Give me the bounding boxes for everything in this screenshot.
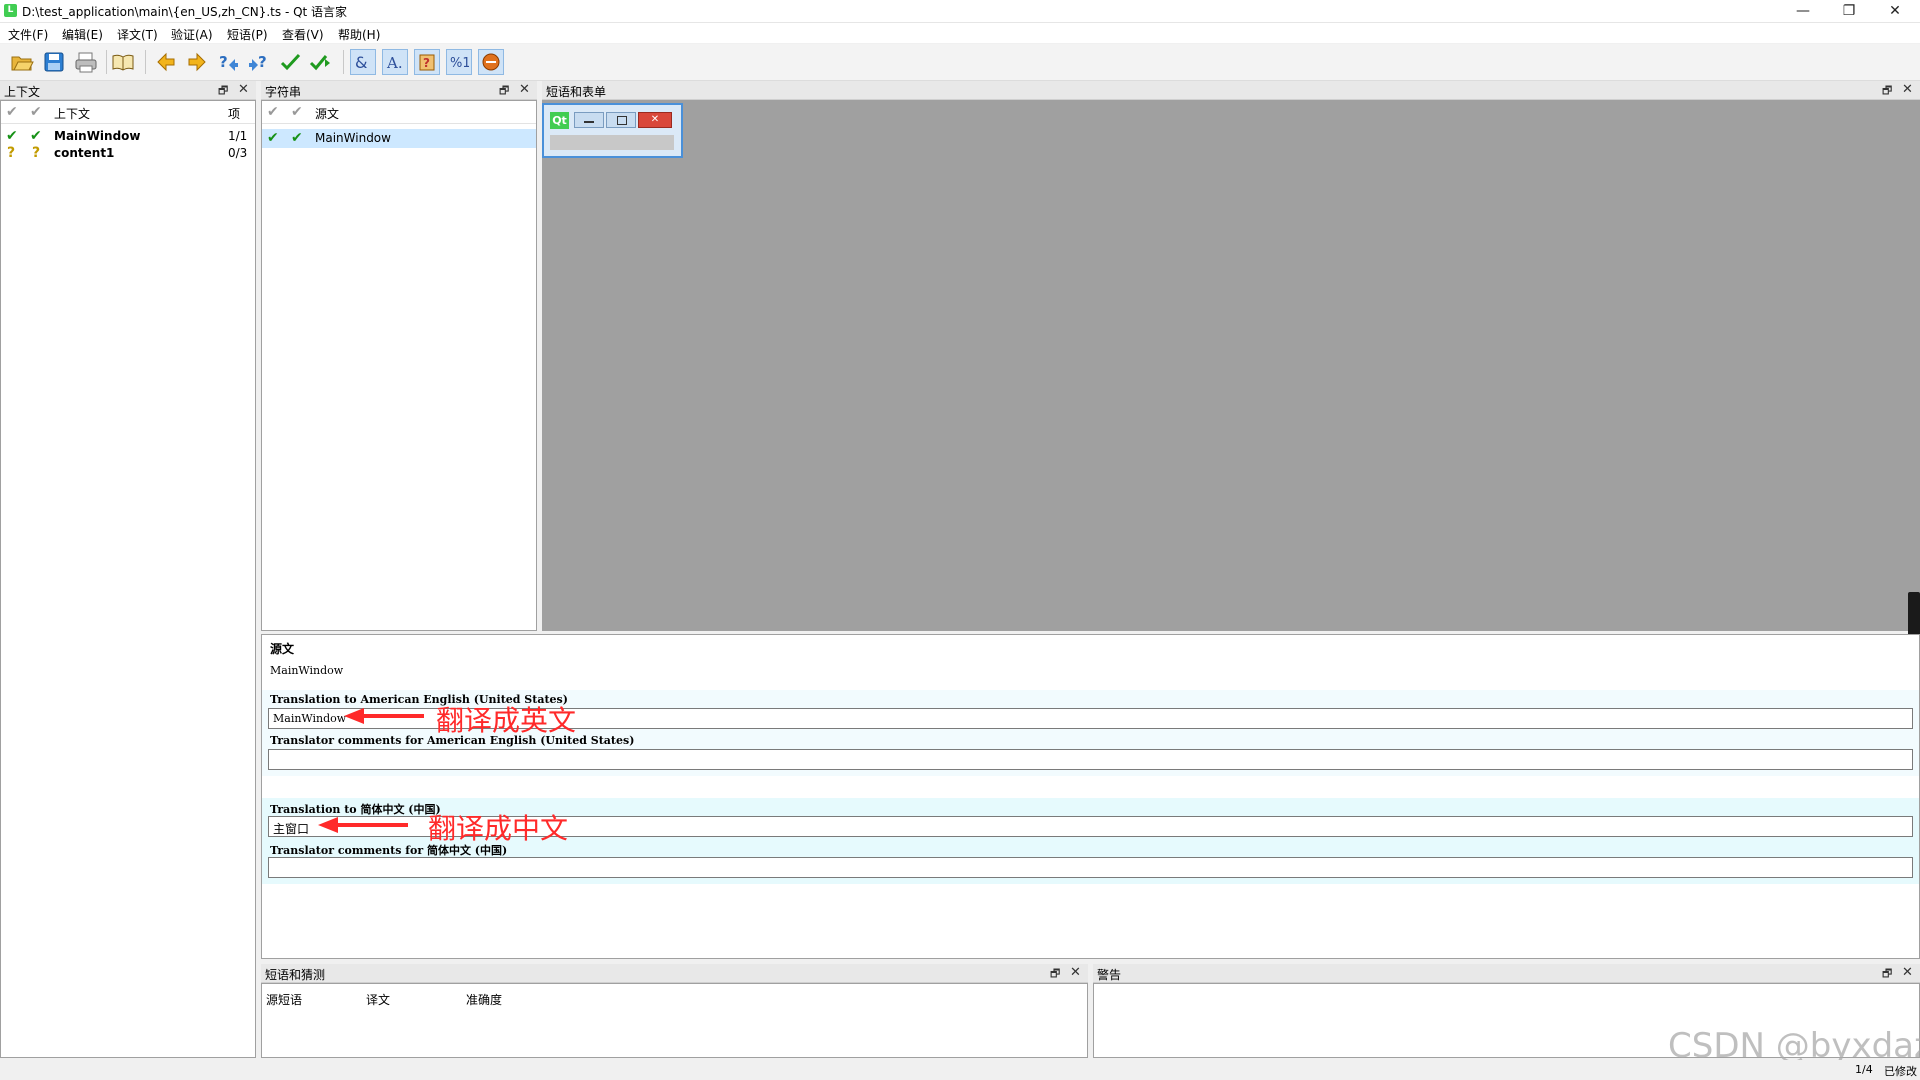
source-text: MainWindow	[270, 664, 344, 677]
preview-window-body	[550, 135, 674, 150]
annotation-arrow-english	[344, 708, 424, 724]
dock-float-button[interactable]: 🗗	[1050, 965, 1060, 984]
column-context[interactable]: 上下文	[54, 105, 90, 122]
done-check-icon: ✔	[267, 130, 279, 146]
check-icon: ✔	[6, 104, 18, 120]
preview-close-icon: ✕	[638, 112, 672, 128]
next-icon[interactable]	[184, 49, 210, 75]
punctuation-check-icon[interactable]: A.	[382, 49, 408, 75]
dock-close-button[interactable]: ✕	[1070, 965, 1081, 980]
dock-float-button[interactable]: 🗗	[218, 82, 228, 101]
placeholder-check-icon[interactable]: %1	[446, 49, 472, 75]
phrases-dock-title: 短语和猜测 🗗 ✕	[261, 964, 1088, 983]
toolbar: ? ? & A. ? %1	[0, 44, 1920, 81]
window-title: D:\test_application\main\{en_US,zh_CN}.t…	[22, 5, 348, 19]
menu-view[interactable]: 查看(V)	[282, 26, 324, 43]
menu-phrases[interactable]: 短语(P)	[227, 26, 268, 43]
zh-comment-field[interactable]	[268, 857, 1913, 878]
restore-button[interactable]: ❐	[1826, 0, 1872, 22]
qt-logo-icon: Qt	[550, 112, 569, 129]
open-icon[interactable]	[9, 49, 35, 75]
dock-close-button[interactable]: ✕	[1902, 82, 1913, 97]
close-window-button[interactable]: ✕	[1872, 0, 1918, 22]
accelerator-check-icon[interactable]: &	[350, 49, 376, 75]
en-comment-field[interactable]	[268, 749, 1913, 770]
check-icon: ✔	[267, 104, 279, 120]
dock-close-button[interactable]: ✕	[238, 82, 249, 97]
surrounding-whitespace-check-icon[interactable]	[478, 49, 504, 75]
print-icon[interactable]	[73, 49, 99, 75]
dock-float-button[interactable]: 🗗	[499, 82, 509, 101]
svg-text:?: ?	[423, 56, 430, 70]
svg-text:&: &	[355, 53, 367, 72]
menu-translation[interactable]: 译文(T)	[117, 26, 158, 43]
phrase-check-icon[interactable]: ?	[414, 49, 440, 75]
phrases-list[interactable]: 源短语 译文 准确度	[261, 983, 1088, 1058]
preview-minimize-icon	[574, 112, 604, 128]
source-heading: 源文	[270, 642, 295, 656]
side-scroll-handle[interactable]	[1908, 592, 1920, 636]
context-dock-title: 上下文 🗗 ✕	[0, 81, 256, 100]
annotation-arrow-chinese	[318, 817, 408, 833]
string-row-mainwindow[interactable]: ✔ ✔ MainWindow	[262, 129, 536, 148]
dock-close-button[interactable]: ✕	[519, 82, 530, 97]
menu-edit[interactable]: 编辑(E)	[62, 26, 103, 43]
context-row-content1[interactable]: ? ? content1 0/3	[1, 145, 255, 162]
column-source[interactable]: 源文	[315, 105, 339, 122]
status-bar: 1/4 已修改	[0, 1060, 1920, 1080]
phrasebook-icon[interactable]	[110, 49, 136, 75]
strings-list[interactable]: ✔ ✔ 源文 ✔ ✔ MainWindow	[261, 100, 537, 631]
done-check-icon: ✔	[30, 128, 42, 144]
done-check-icon: ✔	[291, 130, 303, 146]
svg-text:%1: %1	[450, 56, 469, 71]
column-accuracy[interactable]: 准确度	[466, 991, 502, 1008]
strings-list-header: ✔ ✔ 源文	[262, 101, 536, 124]
context-row-mainwindow[interactable]: ✔ ✔ MainWindow 1/1	[1, 128, 255, 145]
form-preview-area: Qt ✕	[542, 100, 1920, 636]
annotation-translate-to-english: 翻译成英文	[436, 704, 577, 737]
menu-file[interactable]: 文件(F)	[8, 26, 48, 43]
preview-maximize-icon	[606, 112, 636, 128]
menu-validation[interactable]: 验证(A)	[171, 26, 213, 43]
save-icon[interactable]	[41, 49, 67, 75]
column-items[interactable]: 项	[228, 105, 240, 122]
column-source-phrase[interactable]: 源短语	[266, 991, 302, 1008]
preview-window[interactable]: Qt ✕	[542, 103, 683, 158]
dock-float-button[interactable]: 🗗	[1882, 965, 1892, 984]
title-bar: L D:\test_application\main\{en_US,zh_CN}…	[0, 0, 1920, 23]
dock-float-button[interactable]: 🗗	[1882, 82, 1892, 101]
svg-text:?: ?	[258, 53, 267, 71]
minimize-button[interactable]: —	[1780, 0, 1826, 22]
status-position: 1/4	[1855, 1063, 1873, 1076]
context-list[interactable]: ✔ ✔ 上下文 项 ✔ ✔ MainWindow 1/1 ? ? content…	[0, 100, 256, 1058]
menu-help[interactable]: 帮助(H)	[338, 26, 380, 43]
done-next-icon[interactable]	[308, 49, 334, 75]
annotation-translate-to-chinese: 翻译成中文	[428, 812, 569, 845]
qt-linguist-app-icon: L	[4, 4, 17, 17]
done-icon[interactable]	[277, 49, 303, 75]
strings-dock-title: 字符串 🗗 ✕	[261, 81, 537, 100]
context-list-header: ✔ ✔ 上下文 项	[1, 101, 255, 124]
translation-editor: 源文 MainWindow Translation to American En…	[261, 634, 1920, 959]
check-icon: ✔	[291, 104, 303, 120]
column-translation[interactable]: 译文	[366, 991, 390, 1008]
menu-bar: 文件(F) 编辑(E) 译文(T) 验证(A) 短语(P) 查看(V) 帮助(H…	[0, 23, 1920, 43]
status-modified: 已修改	[1884, 1065, 1917, 1078]
done-check-icon: ✔	[6, 128, 18, 144]
prev-unfinished-icon[interactable]: ?	[215, 49, 241, 75]
prev-icon[interactable]	[153, 49, 179, 75]
warnings-dock-title: 警告 🗗 ✕	[1093, 964, 1920, 983]
unfinished-question-icon: ?	[7, 145, 16, 161]
svg-text:?: ?	[219, 53, 228, 71]
unfinished-question-icon: ?	[32, 145, 41, 161]
dock-close-button[interactable]: ✕	[1902, 965, 1913, 980]
svg-text:A.: A.	[386, 54, 403, 72]
check-icon: ✔	[30, 104, 42, 120]
next-unfinished-icon[interactable]: ?	[246, 49, 272, 75]
forms-dock-title: 短语和表单 🗗 ✕	[542, 81, 1920, 100]
